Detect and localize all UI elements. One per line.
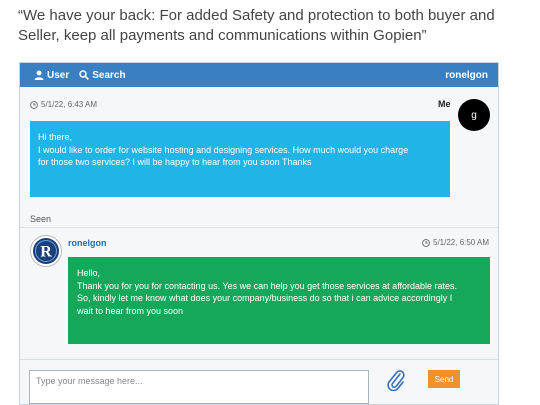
clock-icon <box>422 238 430 247</box>
search-icon <box>79 70 90 80</box>
partner-avatar-logo: R <box>33 238 59 264</box>
attach-button[interactable] <box>386 369 406 396</box>
user-link-label: User <box>47 69 70 81</box>
message-list[interactable]: 5/1/22, 6:43 AM Me g Hi there, I would l… <box>20 87 498 359</box>
search-link[interactable]: Search <box>79 69 126 81</box>
message-line: Hello, <box>77 268 101 278</box>
partner-name[interactable]: ronelgon <box>68 238 107 248</box>
composer-divider <box>20 359 498 360</box>
user-link[interactable]: User <box>34 70 69 81</box>
message-line: So, kindly let me know what does your co… <box>77 293 453 303</box>
outgoing-message-bubble: Hi there, I would like to order for webs… <box>30 121 450 197</box>
message-line: for those two services? I will be happy … <box>38 157 312 167</box>
seen-status: Seen <box>30 214 52 224</box>
chat-header: User Search ronelgon <box>20 63 498 87</box>
paperclip-icon <box>387 370 405 392</box>
send-button[interactable]: Send <box>428 370 460 388</box>
message-line: wait to hear from you soon <box>77 305 184 316</box>
chat-partner-username: ronelgon <box>445 69 488 81</box>
sender-me-label: Me <box>438 99 451 109</box>
chat-panel: User Search ronelgon 5/1/22, 6:43 AM Me … <box>19 62 499 405</box>
message-line: Hi there, <box>38 132 73 142</box>
incoming-timestamp-text: 5/1/22, 6:50 AM <box>433 238 490 247</box>
partner-avatar[interactable]: R <box>30 235 62 267</box>
incoming-message-bubble: Hello, Thank you for you for contacting … <box>68 257 490 344</box>
user-icon <box>34 70 44 80</box>
safety-notice: “We have your back: For added Safety and… <box>18 7 495 44</box>
message-line: Thank you for you for contacting us. Yes… <box>77 280 458 291</box>
outgoing-timestamp: 5/1/22, 6:43 AM <box>30 100 97 109</box>
avatar-letter: g <box>471 109 477 121</box>
divider <box>20 227 498 228</box>
message-input[interactable] <box>29 370 369 404</box>
clock-icon <box>30 100 38 109</box>
avatar: g <box>458 99 490 131</box>
search-link-label: Search <box>92 69 126 81</box>
partner-avatar-letter: R <box>40 244 52 261</box>
outgoing-timestamp-text: 5/1/22, 6:43 AM <box>41 100 98 109</box>
incoming-timestamp: 5/1/22, 6:50 AM <box>422 238 489 247</box>
message-line: I would like to order for website hostin… <box>38 144 409 155</box>
